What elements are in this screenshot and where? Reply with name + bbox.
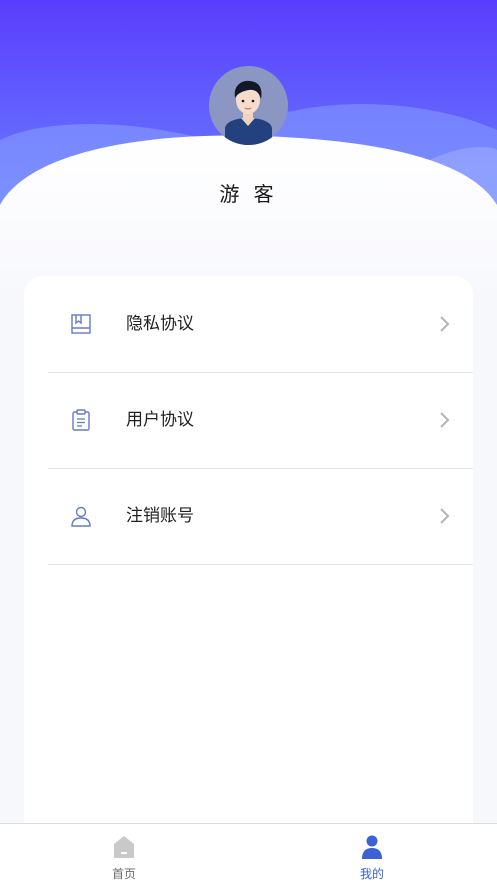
menu-card: 隐私协议 用户协议 注销账号 [24, 276, 473, 836]
menu-item-cancel-account[interactable]: 注销账号 [48, 468, 473, 565]
menu-item-privacy-policy[interactable]: 隐私协议 [48, 276, 473, 373]
bottom-tab-bar: 首页 我的 [0, 823, 497, 884]
chevron-right-icon [440, 412, 450, 428]
home-icon [114, 836, 134, 858]
avatar[interactable] [209, 66, 288, 145]
username: 游 客 [219, 182, 278, 206]
menu-item-label: 隐私协议 [126, 314, 194, 334]
user-avatar-illustration [225, 80, 272, 145]
chevron-right-icon [440, 508, 450, 524]
user-icon [362, 835, 382, 859]
tab-label: 我的 [359, 867, 384, 881]
header-background [0, 0, 497, 300]
user-icon [71, 506, 91, 527]
menu-item-label: 用户协议 [126, 410, 194, 430]
book-icon [71, 314, 91, 334]
menu-item-user-agreement[interactable]: 用户协议 [48, 372, 473, 469]
clipboard-icon [72, 409, 90, 431]
tab-home[interactable]: 首页 [0, 824, 248, 884]
menu-item-label: 注销账号 [126, 506, 194, 526]
tab-label: 首页 [111, 867, 136, 881]
chevron-right-icon [440, 316, 450, 332]
tab-mine[interactable]: 我的 [248, 824, 496, 884]
